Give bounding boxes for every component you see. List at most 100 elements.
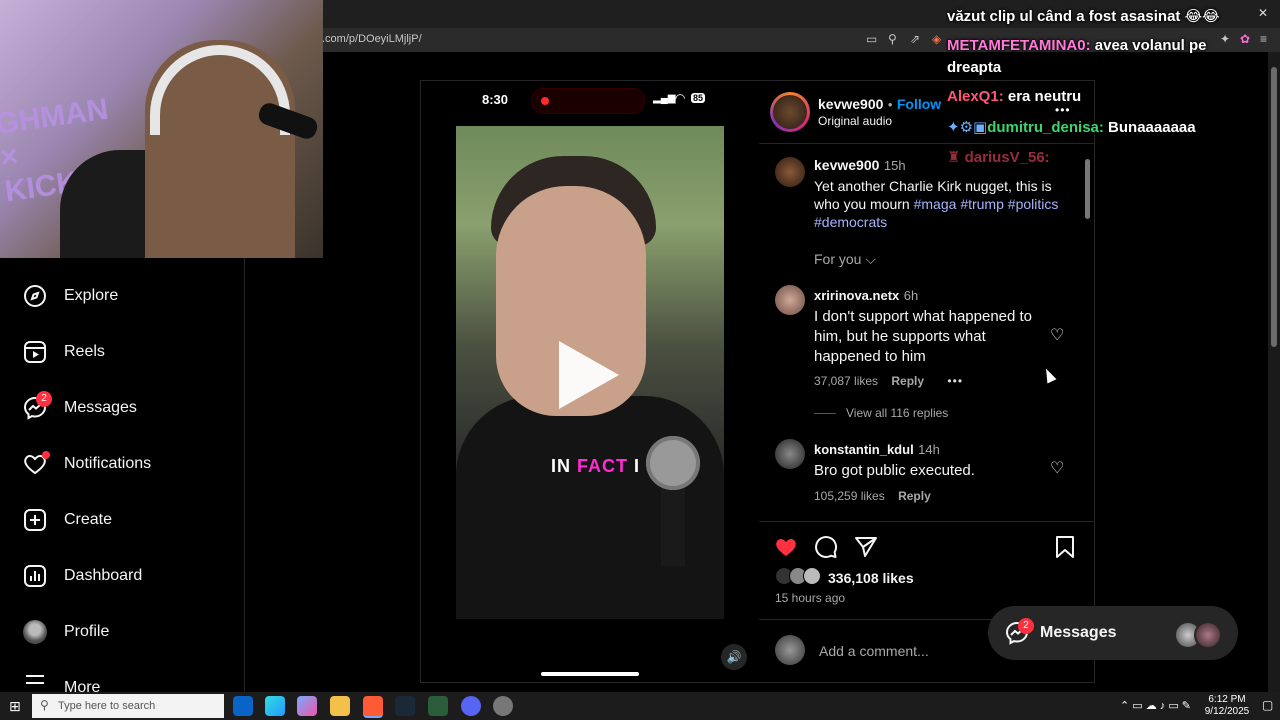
messages-badge: 2: [36, 391, 52, 407]
header-dot: •: [887, 97, 893, 112]
share-icon[interactable]: [853, 534, 879, 560]
reply-button[interactable]: Reply: [898, 489, 931, 503]
speaker-icon[interactable]: 🔊: [721, 644, 747, 670]
hashtag-democrats[interactable]: #democrats: [814, 214, 887, 230]
task-view-icon[interactable]: [233, 696, 253, 716]
share-icon[interactable]: ⇗: [910, 32, 920, 46]
windows-start-icon[interactable]: ⊞: [9, 698, 21, 715]
sidebar-item-create[interactable]: Create: [22, 503, 232, 537]
video-microphone: [646, 436, 700, 490]
sidebar-item-reels[interactable]: Reels: [22, 335, 232, 369]
file-explorer-icon[interactable]: [330, 696, 350, 716]
likes-count[interactable]: 336,108 likes: [828, 570, 914, 586]
chat-text: văzut clip ul când a fost asasinat 😂😂: [947, 8, 1220, 25]
chat-username: AlexQ1:: [947, 88, 1004, 105]
brave-browser-icon[interactable]: [363, 696, 383, 718]
comment-item: xririnova.netx 6h I don't support what h…: [814, 287, 1044, 388]
page-scrollbar[interactable]: [1268, 52, 1280, 692]
recording-pill: [531, 88, 645, 114]
chat-text: era neutru: [1003, 88, 1082, 105]
comment-username[interactable]: konstantin_kdul: [814, 442, 914, 457]
chat-text: dreapta: [947, 59, 1002, 76]
sidebar-item-label: Profile: [64, 623, 110, 640]
reply-button[interactable]: Reply: [891, 374, 924, 388]
chat-username: dumitru_denisa:: [987, 119, 1104, 136]
reader-mode-icon[interactable]: ▭: [866, 32, 877, 46]
caption-username[interactable]: kevwe900: [814, 157, 879, 173]
clock-time: 6:12 PM: [1208, 694, 1246, 705]
phone-time: 8:30: [482, 92, 509, 107]
play-icon[interactable]: [559, 341, 619, 409]
clock-date: 9/12/2025: [1204, 706, 1250, 717]
commenter-avatar[interactable]: [775, 285, 805, 315]
system-tray-icons[interactable]: ⌃ ▭ ☁ ♪ ▭ ✎: [1120, 699, 1191, 712]
comment-icon[interactable]: [813, 534, 839, 560]
reels-icon: [22, 339, 48, 365]
sidebar-item-notifications[interactable]: Notifications: [22, 447, 232, 481]
search-placeholder: Type here to search: [58, 700, 156, 712]
caption-pre: IN: [551, 456, 578, 476]
follow-button[interactable]: Follow: [897, 96, 941, 112]
xbox-icon[interactable]: [428, 696, 448, 716]
reel-video[interactable]: IN FACT I: [456, 126, 724, 619]
original-audio-link[interactable]: Original audio: [818, 114, 892, 128]
hashtag-politics[interactable]: #politics: [1008, 196, 1059, 212]
commenter-avatar[interactable]: [775, 439, 805, 469]
caption-avatar[interactable]: [775, 157, 805, 187]
edge-browser-icon[interactable]: [265, 696, 285, 716]
sidebar-item-profile[interactable]: Profile: [22, 615, 232, 649]
post-timestamp[interactable]: 15 hours ago: [775, 591, 845, 605]
comments-scrollbar[interactable]: [1084, 147, 1092, 521]
phone-home-indicator: [541, 672, 639, 676]
taskbar-search-box[interactable]: ⚲ Type here to search: [32, 694, 224, 718]
comment-text: I don't support what happened to him, bu…: [814, 308, 1033, 365]
taskbar-clock[interactable]: 6:12 PM 9/12/2025: [1200, 694, 1254, 718]
comment-item: konstantin_kdul 14h Bro got public execu…: [814, 441, 1044, 503]
chat-badge-icon: ♜: [947, 149, 961, 166]
comment-options-icon[interactable]: •••: [947, 374, 963, 388]
scrollbar-thumb[interactable]: [1271, 67, 1277, 347]
sidebar-item-label: More: [64, 679, 101, 692]
notification-dot: [42, 451, 50, 459]
save-bookmark-icon[interactable]: [1052, 534, 1078, 560]
discord-icon[interactable]: [461, 696, 481, 716]
hashtag-maga[interactable]: #maga: [914, 196, 957, 212]
comment-likes[interactable]: 37,087 likes: [814, 374, 878, 388]
comment-like-heart-icon[interactable]: ♡: [1050, 325, 1064, 345]
floating-messages-button[interactable]: 2 Messages: [988, 606, 1238, 660]
chat-message: ✦⚙▣dumitru_denisa: Bunaaaaaaa: [947, 118, 1196, 136]
chat-message: ♜ dariusV_56:: [947, 148, 1050, 166]
sidebar-item-label: Create: [64, 511, 113, 528]
author-avatar[interactable]: [770, 92, 810, 132]
copilot-icon[interactable]: [297, 696, 317, 716]
like-heart-icon[interactable]: [773, 534, 799, 560]
streamer-webcam: GHMAN × KICK: [0, 0, 323, 258]
author-username[interactable]: kevwe900: [818, 96, 883, 112]
caption-text: Yet another Charlie Kirk nugget, this is…: [814, 177, 1074, 231]
likers-avatars[interactable]: [775, 567, 821, 590]
replies-line: [814, 413, 836, 415]
video-mic-handle: [661, 486, 685, 566]
zoom-icon[interactable]: ⚲: [888, 32, 897, 46]
reel-player[interactable]: 8:30 ▂▄▆ ◠ 85 IN FACT I 🔊: [420, 80, 761, 683]
sidebar-item-label: Dashboard: [64, 567, 143, 584]
brave-shield-icon[interactable]: ◈: [932, 32, 941, 46]
instagram-sidebar: Explore Reels 2 Messages Notifications C…: [0, 258, 245, 692]
comment-like-heart-icon[interactable]: ♡: [1050, 458, 1064, 478]
comment-likes[interactable]: 105,259 likes: [814, 489, 885, 503]
sidebar-item-dashboard[interactable]: Dashboard: [22, 559, 232, 593]
comment-username[interactable]: xririnova.netx: [814, 288, 899, 303]
sidebar-item-more[interactable]: More: [22, 671, 232, 692]
chart-icon: [22, 563, 48, 589]
caption-post: I: [628, 456, 641, 476]
sidebar-item-explore[interactable]: Explore: [22, 279, 232, 313]
comment-text: Bro got public executed.: [814, 462, 975, 479]
view-replies-link[interactable]: View all 116 replies: [814, 406, 948, 420]
notification-center-icon[interactable]: ▢: [1262, 698, 1273, 712]
hashtag-trump[interactable]: #trump: [960, 196, 1004, 212]
sidebar-item-messages[interactable]: 2 Messages: [22, 391, 232, 425]
comment-time: 6h: [903, 288, 919, 303]
steam-icon[interactable]: [395, 696, 415, 716]
comment-sort-dropdown[interactable]: For you ⌵: [814, 251, 876, 268]
obs-icon[interactable]: [493, 696, 513, 716]
